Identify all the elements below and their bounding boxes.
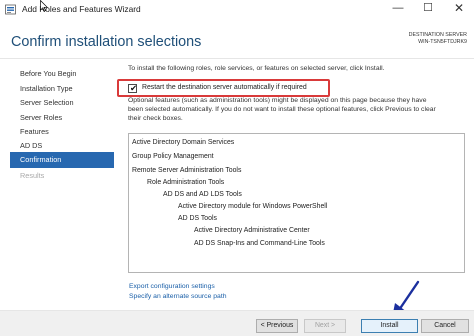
sidebar-item-before-you-begin[interactable]: Before You Begin [20, 69, 76, 78]
feature-item: AD DS Tools [178, 215, 217, 222]
feature-item: Active Directory Domain Services [132, 139, 235, 146]
minimize-button[interactable]: — [383, 0, 413, 18]
header-divider [0, 58, 474, 59]
maximize-button[interactable]: ☐ [413, 0, 443, 18]
feature-item: Role Administration Tools [147, 179, 225, 186]
sidebar-item-server-selection[interactable]: Server Selection [20, 98, 74, 107]
alternate-source-path-link[interactable]: Specify an alternate source path [129, 293, 226, 300]
page-title: Confirm installation selections [11, 34, 202, 50]
feature-item: AD DS Snap-Ins and Command-Line Tools [194, 240, 325, 247]
optional-features-text-line-2: been selected automatically. If you do n… [128, 106, 436, 113]
highlight-box [117, 79, 330, 97]
feature-item: Group Policy Management [132, 153, 214, 160]
destination-server-label: DESTINATION SERVER [408, 32, 467, 38]
sidebar-item-features[interactable]: Features [20, 127, 49, 136]
sidebar-item-label: Confirmation [20, 155, 62, 164]
sidebar-item-confirmation[interactable]: Confirmation [10, 152, 114, 168]
sidebar-item-ad-ds[interactable]: AD DS [20, 141, 42, 150]
destination-server-name: WIN-TSN5FTDJRK9 [418, 39, 467, 45]
optional-features-text-line-3: their check boxes. [128, 115, 183, 122]
install-button[interactable]: Install [361, 319, 418, 333]
selected-features-list[interactable]: Active Directory Domain Services Group P… [128, 133, 465, 273]
close-button[interactable]: ✕ [444, 0, 474, 18]
previous-button[interactable]: < Previous [256, 319, 298, 333]
wizard-header: Confirm installation selections DESTINAT… [0, 21, 474, 59]
optional-features-text-line-1: Optional features (such as administratio… [128, 97, 427, 104]
feature-item: Active Directory Administrative Center [194, 227, 310, 234]
sidebar-item-server-roles[interactable]: Server Roles [20, 113, 62, 122]
sidebar-item-results: Results [20, 171, 45, 180]
sidebar-item-installation-type[interactable]: Installation Type [20, 84, 73, 93]
mouse-cursor-icon [40, 0, 48, 12]
next-button: Next > [304, 319, 346, 333]
export-configuration-link[interactable]: Export configuration settings [129, 283, 215, 290]
server-manager-icon [5, 4, 16, 15]
cancel-button[interactable]: Cancel [421, 319, 469, 333]
window-titlebar: Add Roles and Features Wizard — ☐ ✕ [0, 0, 474, 21]
feature-item: Remote Server Administration Tools [132, 167, 242, 174]
intro-text: To install the following roles, role ser… [128, 65, 385, 72]
feature-item: AD DS and AD LDS Tools [163, 191, 242, 198]
feature-item: Active Directory module for Windows Powe… [178, 203, 328, 210]
